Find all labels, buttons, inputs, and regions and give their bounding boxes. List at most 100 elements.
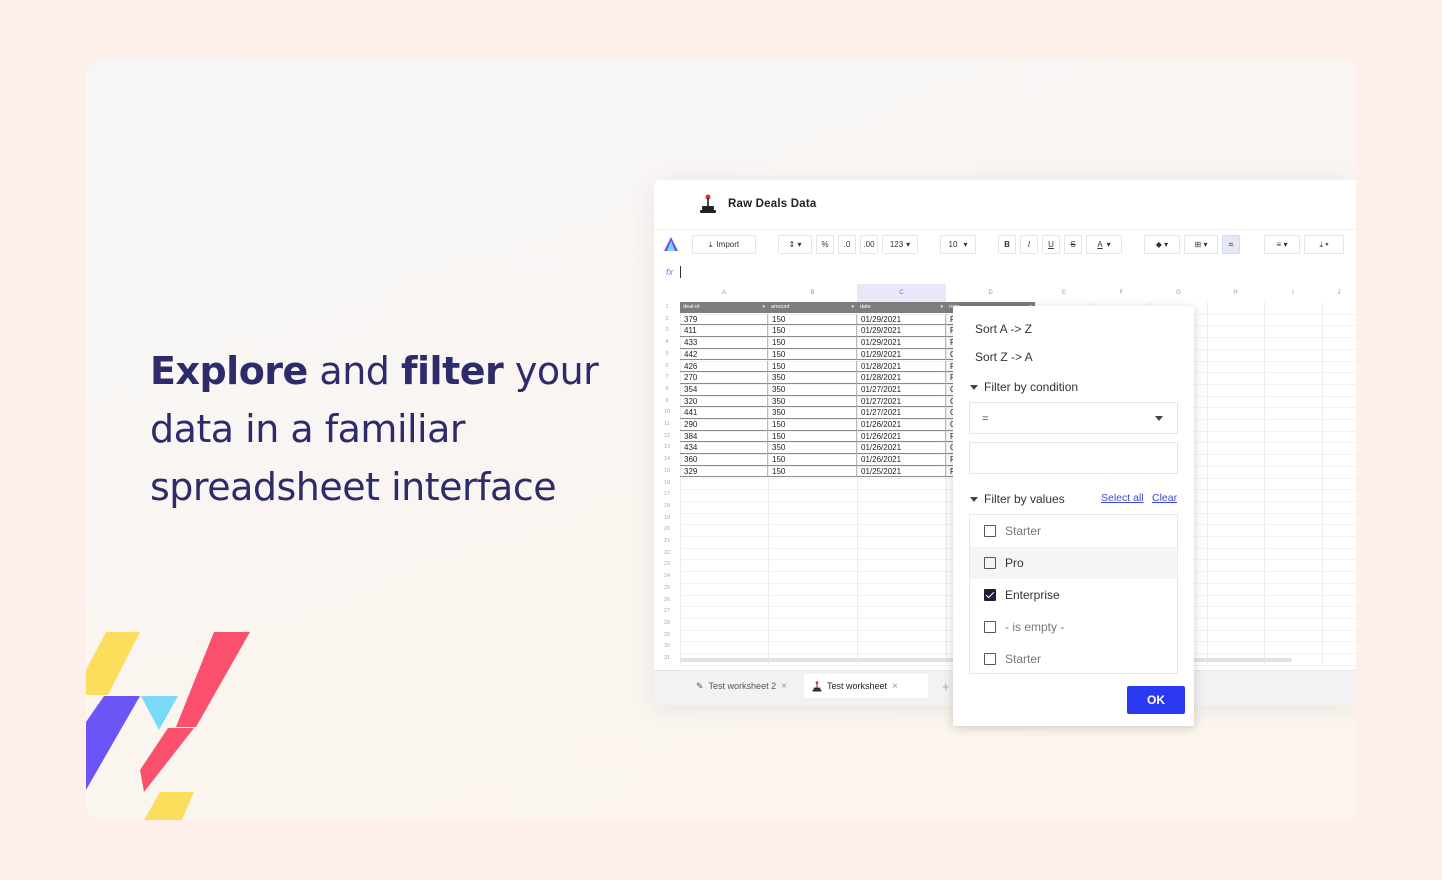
row-number[interactable]: 21 bbox=[654, 538, 680, 544]
row-number[interactable]: 27 bbox=[654, 608, 680, 614]
table-cell[interactable]: 01/29/2021 bbox=[857, 337, 946, 349]
value-option[interactable]: Pro bbox=[970, 547, 1177, 579]
filter-by-values-toggle[interactable]: Filter by values bbox=[970, 492, 1065, 506]
table-cell[interactable]: 150 bbox=[768, 430, 857, 443]
row-number[interactable]: 2 bbox=[654, 316, 680, 322]
table-cell[interactable]: 379 bbox=[680, 313, 768, 326]
column-header-g[interactable]: G bbox=[1150, 290, 1207, 300]
table-cell[interactable]: 354 bbox=[680, 383, 768, 396]
row-number[interactable]: 25 bbox=[654, 585, 680, 591]
row-number[interactable]: 6 bbox=[654, 363, 680, 369]
table-cell[interactable]: 384 bbox=[680, 430, 768, 443]
select-all-link[interactable]: Select all bbox=[1101, 492, 1144, 504]
checkbox[interactable] bbox=[984, 621, 996, 633]
column-header-h[interactable]: H bbox=[1207, 290, 1264, 300]
download-dropdown[interactable]: ⤓ ▾ bbox=[1304, 235, 1344, 254]
table-cell[interactable]: 01/27/2021 bbox=[857, 407, 946, 419]
column-header-f[interactable]: F bbox=[1093, 290, 1150, 300]
strikethrough-button[interactable]: S bbox=[1064, 235, 1082, 254]
value-option[interactable]: Starter bbox=[970, 515, 1177, 547]
italic-button[interactable]: I bbox=[1020, 235, 1038, 254]
condition-value-input[interactable] bbox=[969, 442, 1178, 474]
table-cell[interactable]: 426 bbox=[680, 360, 768, 373]
borders-dropdown[interactable]: ⊞ ▾ bbox=[1184, 235, 1218, 254]
table-cell[interactable]: 329 bbox=[680, 465, 768, 478]
header-cell-amount[interactable]: amount ▾ bbox=[768, 302, 857, 313]
row-number[interactable]: 8 bbox=[654, 386, 680, 392]
table-cell[interactable]: 434 bbox=[680, 442, 768, 455]
table-cell[interactable]: 01/26/2021 bbox=[857, 430, 946, 443]
table-cell[interactable]: 350 bbox=[768, 372, 857, 384]
row-number[interactable]: 14 bbox=[654, 456, 680, 462]
currency-dropdown[interactable]: ⇕ ▾ bbox=[778, 235, 812, 254]
row-number[interactable]: 13 bbox=[654, 444, 680, 450]
row-number[interactable]: 22 bbox=[654, 550, 680, 556]
row-number[interactable]: 16 bbox=[654, 480, 680, 486]
table-cell[interactable]: 150 bbox=[768, 337, 857, 349]
table-cell[interactable]: 01/26/2021 bbox=[857, 442, 946, 455]
bold-button[interactable]: B bbox=[998, 235, 1016, 254]
table-cell[interactable]: 442 bbox=[680, 348, 768, 361]
table-cell[interactable]: 150 bbox=[768, 313, 857, 326]
checkbox[interactable] bbox=[984, 557, 996, 569]
row-number[interactable]: 1 bbox=[654, 304, 680, 310]
table-cell[interactable]: 320 bbox=[680, 395, 768, 408]
checkbox[interactable] bbox=[984, 653, 996, 665]
row-number[interactable]: 20 bbox=[654, 526, 680, 532]
table-cell[interactable]: 01/25/2021 bbox=[857, 465, 946, 478]
table-cell[interactable]: 01/26/2021 bbox=[857, 419, 946, 431]
table-cell[interactable]: 150 bbox=[768, 325, 857, 338]
row-number[interactable]: 29 bbox=[654, 632, 680, 638]
close-icon[interactable]: × bbox=[892, 681, 898, 692]
table-cell[interactable]: 360 bbox=[680, 454, 768, 466]
row-number[interactable]: 9 bbox=[654, 398, 680, 404]
table-cell[interactable]: 441 bbox=[680, 407, 768, 419]
checkbox[interactable] bbox=[984, 525, 996, 537]
table-cell[interactable]: 01/29/2021 bbox=[857, 348, 946, 361]
table-cell[interactable]: 150 bbox=[768, 454, 857, 466]
header-cell-deal-id[interactable]: deal-id ▾ bbox=[680, 302, 768, 313]
table-cell[interactable]: 150 bbox=[768, 419, 857, 431]
row-number[interactable]: 28 bbox=[654, 620, 680, 626]
sort-z-a-option[interactable]: Sort Z -> A bbox=[975, 350, 1033, 364]
align-dropdown[interactable]: ≡ ▾ bbox=[1264, 235, 1300, 254]
table-cell[interactable]: 150 bbox=[768, 360, 857, 373]
ok-button[interactable]: OK bbox=[1127, 686, 1185, 714]
filter-dropdown-icon[interactable]: ▾ bbox=[762, 302, 765, 313]
table-cell[interactable]: 150 bbox=[768, 348, 857, 361]
table-cell[interactable]: 350 bbox=[768, 407, 857, 419]
table-cell[interactable]: 01/29/2021 bbox=[857, 325, 946, 338]
decimal-decrease-button[interactable]: .0 bbox=[838, 235, 856, 254]
row-number[interactable]: 4 bbox=[654, 339, 680, 345]
table-cell[interactable]: 150 bbox=[768, 465, 857, 478]
text-color-dropdown[interactable]: A ▾ bbox=[1086, 235, 1122, 254]
value-option[interactable]: Starter bbox=[970, 643, 1177, 675]
row-number[interactable]: 15 bbox=[654, 468, 680, 474]
filter-dropdown-icon[interactable]: ▾ bbox=[851, 302, 854, 313]
formula-bar[interactable]: fx bbox=[654, 260, 1356, 284]
row-number[interactable]: 12 bbox=[654, 433, 680, 439]
merge-cells-button[interactable]: ⌗ bbox=[1222, 235, 1240, 254]
table-cell[interactable]: 350 bbox=[768, 383, 857, 396]
number-format-dropdown[interactable]: 123 ▾ bbox=[882, 235, 918, 254]
import-button[interactable]: ⤓ Import bbox=[692, 235, 756, 254]
table-cell[interactable]: 01/28/2021 bbox=[857, 372, 946, 384]
filter-by-condition-toggle[interactable]: Filter by condition bbox=[970, 380, 1078, 394]
header-cell-date[interactable]: date ▾ bbox=[857, 302, 946, 313]
column-header-e[interactable]: E bbox=[1035, 290, 1093, 300]
fill-color-dropdown[interactable]: ◆ ▾ bbox=[1144, 235, 1180, 254]
table-cell[interactable]: 270 bbox=[680, 372, 768, 384]
column-header-a[interactable]: A bbox=[680, 290, 768, 300]
row-number[interactable]: 23 bbox=[654, 561, 680, 567]
column-header-c[interactable]: C bbox=[857, 284, 946, 302]
table-cell[interactable]: 350 bbox=[768, 442, 857, 455]
underline-button[interactable]: U bbox=[1042, 235, 1060, 254]
table-cell[interactable]: 01/29/2021 bbox=[857, 313, 946, 326]
decimal-increase-button[interactable]: .00 bbox=[860, 235, 878, 254]
row-number[interactable]: 31 bbox=[654, 655, 680, 661]
tab-test-worksheet-2[interactable]: ✎ Test worksheet 2 × bbox=[688, 674, 795, 698]
close-icon[interactable]: × bbox=[781, 681, 787, 692]
row-number[interactable]: 17 bbox=[654, 491, 680, 497]
table-cell[interactable]: 350 bbox=[768, 395, 857, 408]
table-cell[interactable]: 01/26/2021 bbox=[857, 454, 946, 466]
